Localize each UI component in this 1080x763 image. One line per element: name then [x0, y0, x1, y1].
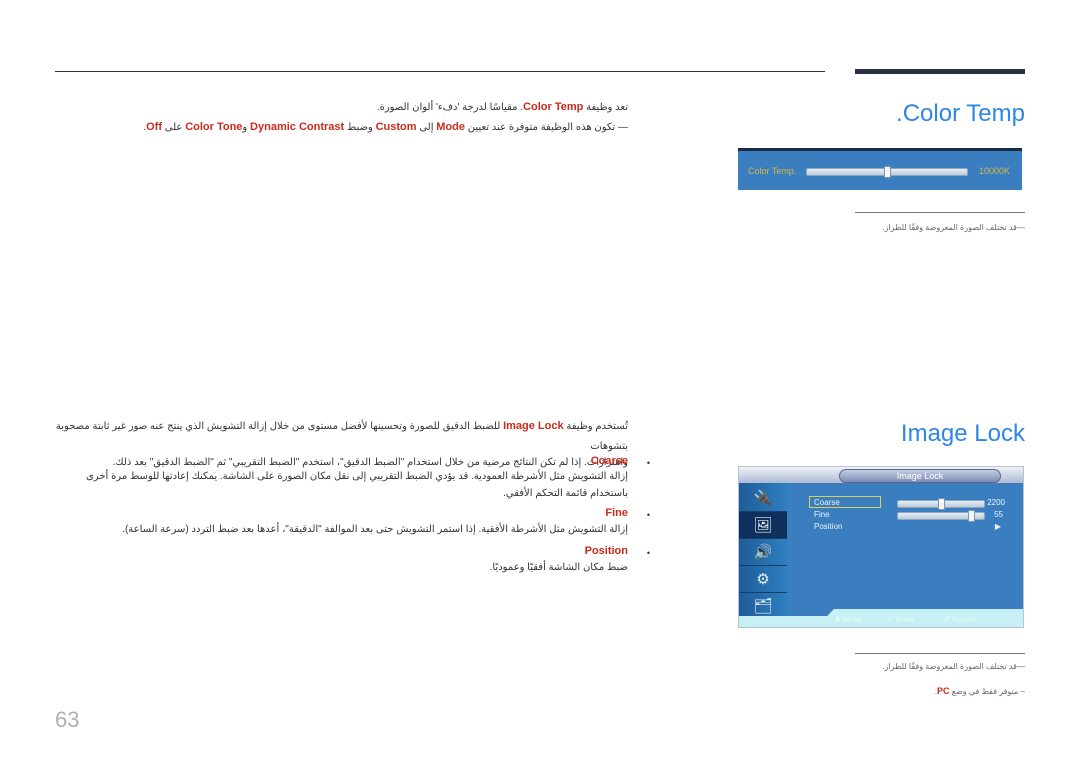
- coarse-slider[interactable]: [897, 498, 985, 510]
- color-temp-description: تعد وظيفة Color Temp. مقياسًا لدرجة 'دفء…: [28, 97, 628, 118]
- slider-thumb[interactable]: [938, 498, 945, 510]
- bullet-dot: •: [646, 458, 650, 468]
- input-icon[interactable]: 🔌: [739, 485, 787, 512]
- text: و: [242, 122, 248, 133]
- pc-mode-note: – متوفر فقط في وضع PC.: [935, 686, 1025, 696]
- model-note: —قد تختلف الصورة المعروضة وفقًا للطراز.: [882, 662, 1025, 671]
- text: – متوفر فقط في وضع: [951, 687, 1025, 696]
- keyword-off: Off: [146, 121, 162, 133]
- osd-row-fine[interactable]: Fine: [814, 510, 830, 519]
- enter-icon: ⏎: [887, 615, 894, 624]
- bullet-heading-fine: Fine: [605, 507, 628, 519]
- text: تُستخدم وظيفة: [566, 421, 628, 432]
- dash: —: [618, 122, 628, 133]
- text: إلى: [419, 122, 434, 133]
- hint-label: Return: [951, 615, 976, 624]
- text: تكون هذه الوظيفة متوفرة عند تعيين: [467, 122, 616, 133]
- hint-enter: ⏎ Enter: [887, 615, 915, 624]
- position-arrow-icon[interactable]: ▶: [995, 522, 1001, 531]
- coarse-value: 2200: [987, 498, 1005, 507]
- bullet-dot: •: [646, 510, 650, 520]
- keyword-color-tone: Color Tone: [185, 121, 243, 133]
- text: وضبط: [346, 122, 373, 133]
- move-icon: ⬍: [834, 615, 841, 624]
- bullet-dot: •: [646, 548, 650, 558]
- keyword-custom: Custom: [375, 121, 417, 133]
- slider-thumb[interactable]: [968, 510, 975, 522]
- osd-color-temp-value: 10000K: [978, 166, 1010, 176]
- osd-row-position[interactable]: Position: [814, 522, 842, 531]
- keyword-color-temp: Color Temp: [523, 101, 584, 113]
- osd-image-lock-panel: Image Lock 🔌 🖼 🔊 ⚙ 🗂 Coarse Fine Positio…: [738, 466, 1024, 628]
- color-temp-slider[interactable]: [806, 166, 968, 178]
- section-title-color-temp: .Color Temp: [896, 100, 1025, 127]
- color-temp-availability-note: — تكون هذه الوظيفة متوفرة عند تعيين Mode…: [28, 117, 628, 138]
- bullet-heading-position: Position: [584, 545, 628, 557]
- keyword-pc: PC: [936, 686, 950, 696]
- hint-label: Move: [842, 615, 863, 624]
- keyword-mode: Mode: [436, 121, 466, 133]
- header-rule-thin: [55, 71, 825, 72]
- osd-sidebar: 🔌 🖼 🔊 ⚙ 🗂: [739, 483, 787, 620]
- slider-thumb[interactable]: [884, 166, 891, 178]
- sound-icon[interactable]: 🔊: [739, 539, 787, 566]
- bullet-heading-coarse: Coarse: [590, 455, 628, 467]
- header-rule-thick: [855, 69, 1025, 74]
- section-title-image-lock: Image Lock: [900, 420, 1025, 447]
- text: تعد وظيفة: [586, 102, 628, 113]
- osd-row-coarse[interactable]: Coarse: [814, 498, 840, 507]
- keyword-image-lock: Image Lock: [503, 420, 564, 432]
- picture-icon[interactable]: 🖼: [739, 512, 787, 539]
- hint-label: Enter: [895, 615, 916, 624]
- bullet-text-position: ضبط مكان الشاشة أفقيًا وعموديًا.: [489, 562, 628, 573]
- text: على: [164, 122, 183, 133]
- osd-color-temp-panel: Color Temp. 10000K: [738, 148, 1022, 190]
- text: . مقياسًا لدرجة 'دفء' ألوان الصورة.: [376, 102, 524, 113]
- bullet-text-coarse: إزالة التشويش مثل الأشرطة العمودية. قد ي…: [85, 471, 628, 499]
- hint-return: ↺ Return: [943, 615, 976, 624]
- osd-color-temp-label: Color Temp.: [748, 166, 797, 176]
- note-divider: [855, 212, 1025, 213]
- page-number: 63: [55, 707, 80, 732]
- osd-title: Image Lock: [839, 469, 1001, 483]
- hint-move: ⬍ Move: [834, 615, 863, 624]
- fine-value: 55: [994, 510, 1003, 519]
- keyword-dynamic-contrast: Dynamic Contrast: [250, 121, 345, 133]
- bullet-text-fine: إزالة التشويش مثل الأشرطة الأفقية. إذا ا…: [122, 524, 628, 535]
- note-divider: [855, 653, 1025, 654]
- return-icon: ↺: [943, 615, 950, 624]
- fine-slider[interactable]: [897, 510, 985, 522]
- model-note: —قد تختلف الصورة المعروضة وفقًا للطراز.: [882, 223, 1025, 232]
- setup-icon[interactable]: ⚙: [739, 566, 787, 593]
